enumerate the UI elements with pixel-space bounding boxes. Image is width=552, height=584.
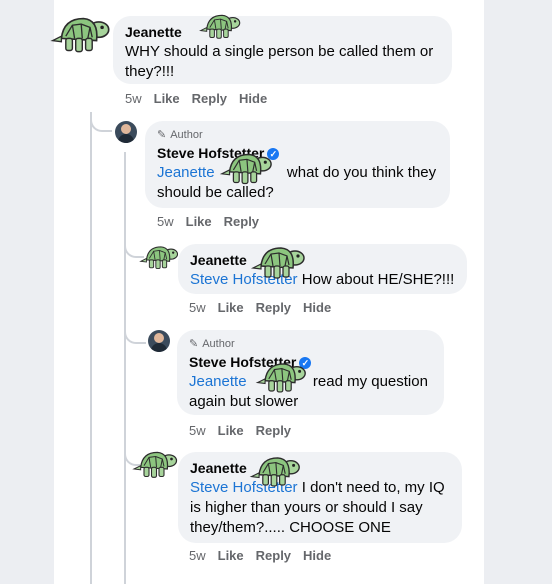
pencil-icon: ✎ [189,338,199,350]
turtle-sticker-icon [196,12,242,40]
avatar[interactable] [115,121,137,143]
reply-button[interactable]: Reply [224,214,259,229]
commenter-name[interactable]: Jeanette [125,23,182,41]
comment-text: Steve Hofstetter How about HE/SHE?!!! [190,270,455,290]
comment-bubble: ✎ Author Steve Hofstetter ✓ Jeanette read… [177,330,444,415]
hide-button[interactable]: Hide [303,548,331,563]
reply-button[interactable]: Reply [192,91,227,106]
comment-text: Jeanette what do you think they should b… [157,163,438,203]
comment-actions: 5w Like Reply Hide [189,548,331,563]
timestamp[interactable]: 5w [189,423,206,438]
mention-link[interactable]: Jeanette [189,373,247,390]
comment-text: Steve Hofstetter I don't need to, my IQ … [190,478,450,538]
reply-button[interactable]: Reply [256,548,291,563]
commenter-name[interactable]: Jeanette [190,459,247,477]
hide-button[interactable]: Hide [239,91,267,106]
avatar[interactable] [148,330,170,352]
author-text: Author [202,338,235,350]
comment-bubble: Jeanette Steve Hofstetter I don't need t… [178,452,462,543]
hide-button[interactable]: Hide [303,300,331,315]
thread-line-nested [124,152,126,584]
like-button[interactable]: Like [218,548,244,563]
comment-bubble: Jeanette WHY should a single person be c… [113,16,452,84]
author-label: ✎ Author [157,128,438,142]
comment-bubble: ✎ Author Steve Hofstetter ✓ Jeanette what… [145,121,450,208]
comment-body: How about HE/SHE?!!! [301,271,455,288]
comment-actions: 5w Like Reply Hide [189,300,331,315]
timestamp[interactable]: 5w [189,548,206,563]
turtle-sticker-icon [129,449,179,479]
like-button[interactable]: Like [186,214,212,229]
timestamp[interactable]: 5w [189,300,206,315]
turtle-sticker-icon [252,360,308,394]
pencil-icon: ✎ [157,129,167,141]
turtle-sticker-icon [244,244,310,280]
reply-button[interactable]: Reply [256,300,291,315]
author-label: ✎ Author [189,337,432,351]
commenter-name[interactable]: Jeanette [190,251,247,269]
turtle-sticker-icon [216,150,274,186]
turtle-sticker-icon [46,14,112,54]
comment-text: WHY should a single person be called the… [125,43,434,80]
like-button[interactable]: Like [218,300,244,315]
turtle-sticker-icon [246,454,302,488]
timestamp[interactable]: 5w [157,214,174,229]
like-button[interactable]: Like [154,91,180,106]
like-button[interactable]: Like [218,423,244,438]
timestamp[interactable]: 5w [125,91,142,106]
author-text: Author [170,129,203,141]
turtle-sticker-icon [136,244,180,270]
mention-link[interactable]: Jeanette [157,164,215,181]
comment-actions: 5w Like Reply Hide [125,91,267,106]
comment-actions: 5w Like Reply [157,214,259,229]
reply-button[interactable]: Reply [256,423,291,438]
comment-bubble: Jeanette Steve Hofstetter How about HE/S… [178,244,467,294]
comment-actions: 5w Like Reply [189,423,291,438]
thread-line [90,112,92,584]
comment-text: Jeanette read my question again but slow… [189,372,432,412]
